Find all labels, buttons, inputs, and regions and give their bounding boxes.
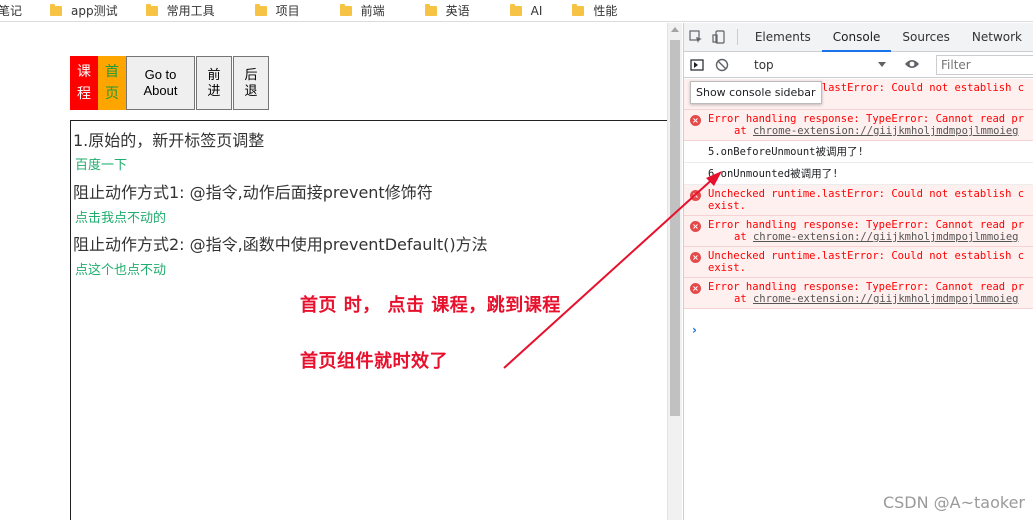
button-label: 后退 (244, 67, 258, 98)
bookmark-ai[interactable]: AI (509, 3, 543, 18)
section-heading: 阻止动作方式2: @指令,函数中使用preventDefault()方法 (73, 235, 488, 254)
message-text: Error handling response: TypeError: Cann… (708, 219, 1025, 231)
tab-divider (736, 29, 738, 45)
scroll-up-icon[interactable] (671, 27, 679, 32)
source-link[interactable]: chrome-extension://giijkmholjmdmpojlmmoi… (753, 125, 1019, 137)
console-log-message: 5.onBeforeUnmount被调用了! (684, 141, 1033, 163)
prevent-link-1[interactable]: 点击我点不动的 (75, 207, 166, 226)
source-link[interactable]: chrome-extension://giijkmholjmdmpojlmmoi… (753, 293, 1019, 305)
context-value: top (754, 58, 774, 72)
bookmark-notes[interactable]: 笔记 (0, 2, 22, 19)
back-button[interactable]: 后退 (233, 56, 269, 110)
annotation-line-2: 首页组件就时效了 (300, 351, 448, 372)
bookmark-frontend[interactable]: 前端 (339, 2, 385, 19)
bookmark-label: 项目 (275, 4, 300, 18)
tab-network[interactable]: Network (961, 23, 1033, 51)
tab-elements[interactable]: Elements (744, 23, 822, 51)
message-text: 5.onBeforeUnmount被调用了! (708, 146, 864, 158)
console-prompt-icon[interactable]: › (692, 323, 697, 337)
router-nav: 课程 首页 Go to About 前进 后退 (70, 56, 270, 110)
console-error-message: × Error handling response: TypeError: Ca… (684, 110, 1033, 141)
bookmark-label: 英语 (445, 4, 470, 18)
stack-trace: at chrome-extension://giijkmholjmdmpojlm… (708, 293, 1033, 305)
clear-console-icon[interactable] (709, 52, 734, 78)
folder-icon (509, 3, 522, 16)
inspect-element-icon[interactable] (684, 23, 707, 51)
bookmark-label: 性能 (593, 4, 618, 18)
folder-icon (145, 3, 158, 16)
section-heading: 1.原始的，新开标签页调整 (73, 131, 265, 150)
bookmark-tools[interactable]: 常用工具 (145, 2, 215, 19)
bookmark-performance[interactable]: 性能 (572, 2, 617, 19)
devtools-tabbar: Elements Console Sources Network (684, 23, 1033, 52)
console-log-message: 6.onUnmounted被调用了! (684, 163, 1033, 185)
button-label: 前进 (207, 67, 221, 98)
stack-at: at (734, 293, 753, 305)
message-text: exist. (708, 200, 746, 212)
bookmark-label: 常用工具 (166, 4, 215, 18)
go-to-about-button[interactable]: Go to About (126, 56, 195, 110)
error-icon: × (690, 115, 701, 126)
error-icon: × (690, 252, 701, 263)
folder-icon (50, 3, 63, 16)
page-scrollbar[interactable] (667, 23, 682, 520)
devtools-panel: Elements Console Sources Network top × U… (683, 23, 1033, 520)
console-filter-input[interactable] (936, 55, 1033, 75)
nav-link-label: 课程 (77, 64, 91, 102)
button-label: Go to About (143, 67, 178, 98)
folder-icon (339, 3, 352, 16)
nav-link-course[interactable]: 课程 (70, 56, 98, 110)
console-error-message: × Error handling response: TypeError: Ca… (684, 216, 1033, 247)
section-heading: 阻止动作方式1: @指令,动作后面接prevent修饰符 (73, 183, 433, 202)
message-text: Unchecked runtime.lastError: Could not e… (708, 250, 1025, 262)
bookmarks-bar: 笔记 app测试 常用工具 项目 前端 英语 AI 性能 (0, 0, 1033, 22)
message-text: Error handling response: TypeError: Cann… (708, 281, 1025, 293)
console-error-message: × Error handling response: TypeError: Ca… (684, 278, 1033, 309)
chevron-down-icon (878, 62, 886, 67)
tab-console[interactable]: Console (821, 23, 892, 52)
bookmark-label: 前端 (360, 4, 385, 18)
message-text: Error handling response: TypeError: Cann… (708, 113, 1025, 125)
scroll-thumb[interactable] (670, 40, 680, 416)
folder-icon (254, 3, 267, 16)
folder-icon (424, 3, 437, 16)
bookmark-label: AI (530, 3, 543, 18)
baidu-link[interactable]: 百度一下 (75, 154, 127, 173)
nav-link-label: 首页 (105, 64, 119, 102)
context-select[interactable]: top (754, 52, 888, 78)
console-log: × Unchecked runtime.lastError: Could not… (684, 79, 1033, 309)
error-icon: × (690, 283, 701, 294)
router-view-box: 1.原始的，新开标签页调整 百度一下 阻止动作方式1: @指令,动作后面接pre… (70, 120, 667, 520)
folder-icon (572, 3, 585, 16)
csdn-watermark: CSDN @A~taoker (882, 493, 1025, 512)
prevent-link-2[interactable]: 点这个也点不动 (75, 259, 166, 278)
error-icon: × (690, 221, 701, 232)
bookmark-label: 笔记 (0, 4, 23, 18)
message-text: exist. (708, 262, 746, 274)
forward-button[interactable]: 前进 (196, 56, 232, 110)
message-text: Unchecked runtime.lastError: Could not e… (708, 188, 1025, 200)
stack-trace: at chrome-extension://giijkmholjmdmpojlm… (708, 125, 1033, 137)
stack-at: at (734, 125, 753, 137)
device-toolbar-icon[interactable] (707, 23, 730, 51)
error-icon: × (690, 190, 701, 201)
console-error-message: × Unchecked runtime.lastError: Could not… (684, 185, 1033, 216)
stack-at: at (734, 231, 753, 243)
bookmark-app-test[interactable]: app测试 (50, 2, 118, 19)
live-expression-eye-icon[interactable] (904, 58, 920, 73)
sidebar-tooltip: Show console sidebar (690, 81, 822, 104)
bookmark-projects[interactable]: 项目 (254, 2, 300, 19)
bookmark-english[interactable]: 英语 (424, 2, 470, 19)
stack-trace: at chrome-extension://giijkmholjmdmpojlm… (708, 231, 1033, 243)
console-error-message: × Unchecked runtime.lastError: Could not… (684, 247, 1033, 278)
source-link[interactable]: chrome-extension://giijkmholjmdmpojlmmoi… (753, 231, 1019, 243)
tab-sources[interactable]: Sources (891, 23, 960, 51)
annotation-line-1: 首页 时， 点击 课程，跳到课程 (300, 295, 561, 316)
bookmark-label: app测试 (71, 4, 118, 18)
message-text: 6.onUnmounted被调用了! (708, 168, 839, 180)
sidebar-toggle-icon[interactable] (684, 52, 709, 78)
console-toolbar: top (684, 52, 1033, 78)
nav-link-home[interactable]: 首页 (98, 56, 126, 110)
page-viewport: 课程 首页 Go to About 前进 后退 1.原始的，新开标签页调整 百度… (0, 23, 667, 520)
